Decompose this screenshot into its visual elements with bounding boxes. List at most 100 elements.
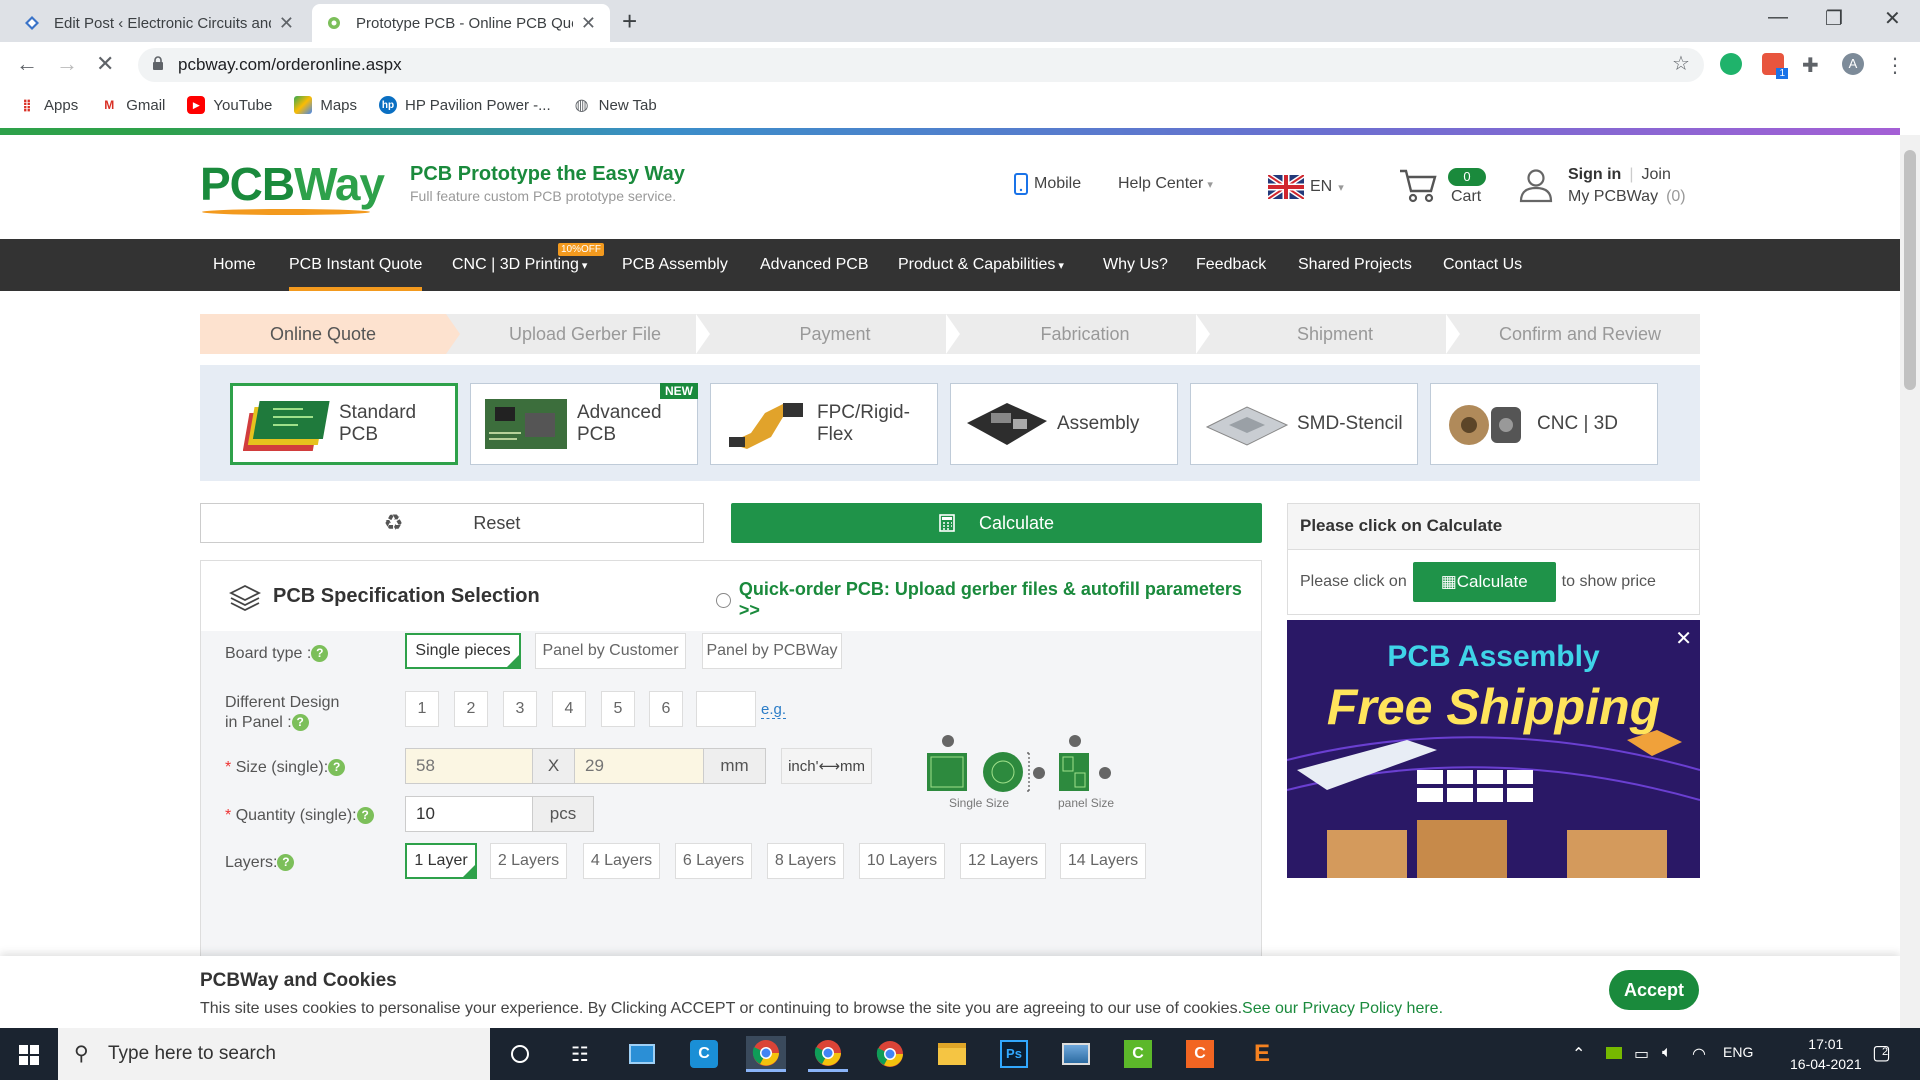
- cart-link[interactable]: Cart: [1451, 188, 1481, 206]
- bookmark-hp[interactable]: hp HP Pavilion Power -...: [379, 96, 551, 114]
- browser-tab-pcbway[interactable]: Prototype PCB - Online PCB Quo ✕: [312, 4, 610, 42]
- bookmark-gmail[interactable]: M Gmail: [100, 96, 165, 114]
- design-count-input[interactable]: [696, 691, 756, 727]
- new-tab-button[interactable]: +: [622, 6, 637, 37]
- design-count-3[interactable]: 3: [503, 691, 537, 727]
- help-icon[interactable]: ?: [356, 807, 374, 825]
- bookmark-youtube[interactable]: ▶ YouTube: [187, 96, 272, 114]
- close-tab-icon[interactable]: ✕: [581, 13, 596, 34]
- photos-icon[interactable]: [1056, 1036, 1096, 1072]
- close-window-icon[interactable]: ✕: [1884, 6, 1901, 31]
- layers-1[interactable]: 1 Layer: [405, 843, 477, 879]
- minimize-window-icon[interactable]: —: [1768, 6, 1788, 29]
- nav-pcb-assembly[interactable]: PCB Assembly: [622, 239, 728, 291]
- product-cnc-3d[interactable]: CNC | 3D: [1430, 383, 1658, 465]
- nav-contact-us[interactable]: Contact Us: [1443, 239, 1522, 291]
- board-type-panel-customer[interactable]: Panel by Customer: [535, 633, 686, 669]
- unit-convert-button[interactable]: inch'⟷mm: [781, 748, 872, 784]
- clock[interactable]: 17:01 16-04-2021: [1790, 1034, 1862, 1074]
- wifi-icon[interactable]: ◠: [1692, 1044, 1706, 1064]
- product-assembly[interactable]: Assembly: [950, 383, 1178, 465]
- forward-arrow-icon[interactable]: →: [56, 51, 78, 77]
- taskbar-search-input[interactable]: ⚲ Type here to search: [58, 1028, 490, 1080]
- nav-product-capabilities[interactable]: Product & Capabilities ▾: [898, 239, 1064, 291]
- reset-button[interactable]: ♻ Reset: [200, 503, 704, 543]
- back-arrow-icon[interactable]: ←: [16, 51, 38, 77]
- size-height-input[interactable]: [574, 748, 704, 784]
- file-explorer-icon[interactable]: [932, 1036, 972, 1072]
- language-selector[interactable]: EN ▾: [1268, 175, 1344, 199]
- product-standard-pcb[interactable]: Standard PCB: [230, 383, 458, 465]
- notifications-icon[interactable]: ▢ 2: [1872, 1040, 1891, 1065]
- help-icon[interactable]: ?: [328, 759, 346, 777]
- design-count-5[interactable]: 5: [601, 691, 635, 727]
- product-fpc-rigid-flex[interactable]: FPC/Rigid-Flex: [710, 383, 938, 465]
- accept-cookies-button[interactable]: Accept: [1609, 970, 1699, 1010]
- nav-shared-projects[interactable]: Shared Projects: [1298, 239, 1412, 291]
- extension-icon[interactable]: 1: [1762, 53, 1788, 79]
- join-link[interactable]: Join: [1641, 166, 1670, 184]
- pcbway-logo[interactable]: PCBWay: [200, 157, 385, 215]
- shopping-cart-icon[interactable]: [1398, 167, 1438, 203]
- browser-tab-edit-post[interactable]: Edit Post ‹ Electronic Circuits and ✕: [10, 4, 308, 42]
- chrome-profile-icon[interactable]: [808, 1036, 848, 1072]
- grammarly-extension-icon[interactable]: [1720, 53, 1742, 75]
- layers-4[interactable]: 4 Layers: [583, 843, 660, 879]
- camtasia-icon[interactable]: C: [1118, 1036, 1158, 1072]
- user-account-icon[interactable]: [1518, 167, 1554, 203]
- my-pcbway-link[interactable]: My PCBWay (0): [1568, 188, 1686, 206]
- layers-14[interactable]: 14 Layers: [1060, 843, 1146, 879]
- bookmark-apps[interactable]: ⣿ Apps: [18, 96, 78, 114]
- stop-loading-icon[interactable]: ✕: [96, 51, 114, 77]
- quick-order-option[interactable]: Quick-order PCB: Upload gerber files & a…: [716, 579, 1261, 621]
- help-icon[interactable]: ?: [277, 854, 295, 872]
- nav-pcb-instant-quote[interactable]: PCB Instant Quote: [289, 239, 423, 291]
- battery-icon[interactable]: ▭: [1634, 1044, 1649, 1064]
- profile-avatar[interactable]: A: [1842, 53, 1864, 75]
- layers-10[interactable]: 10 Layers: [859, 843, 945, 879]
- bookmark-maps[interactable]: Maps: [294, 96, 357, 114]
- input-language[interactable]: ENG: [1723, 1044, 1753, 1060]
- restore-window-icon[interactable]: ❐: [1825, 6, 1843, 31]
- layers-12[interactable]: 12 Layers: [960, 843, 1046, 879]
- quantity-input[interactable]: 10: [405, 796, 533, 832]
- windows-start-icon[interactable]: [19, 1045, 39, 1065]
- nav-why-us[interactable]: Why Us?: [1103, 239, 1168, 291]
- chrome-icon-2[interactable]: [870, 1036, 910, 1072]
- design-count-4[interactable]: 4: [552, 691, 586, 727]
- easyeda-icon[interactable]: E: [1242, 1036, 1282, 1072]
- quick-order-radio[interactable]: [716, 592, 731, 608]
- help-icon[interactable]: ?: [311, 645, 329, 663]
- product-smd-stencil[interactable]: SMD-Stencil: [1190, 383, 1418, 465]
- example-link[interactable]: e.g.: [761, 701, 787, 719]
- layers-6[interactable]: 6 Layers: [675, 843, 752, 879]
- board-type-single[interactable]: Single pieces: [405, 633, 521, 669]
- photoshop-icon[interactable]: Ps: [994, 1036, 1034, 1072]
- nav-feedback[interactable]: Feedback: [1196, 239, 1266, 291]
- url-input[interactable]: pcbway.com/orderonline.aspx: [138, 48, 1704, 82]
- product-advanced-pcb[interactable]: Advanced PCB NEW: [470, 383, 698, 465]
- help-center-menu[interactable]: Help Center ▾: [1118, 175, 1213, 193]
- privacy-policy-link[interactable]: See our Privacy Policy here.: [1242, 1000, 1443, 1017]
- nav-home[interactable]: Home: [213, 239, 256, 291]
- help-icon[interactable]: ?: [291, 714, 309, 732]
- tray-expand-icon[interactable]: ⌃: [1572, 1044, 1585, 1064]
- bookmark-new-tab[interactable]: ◍ New Tab: [573, 96, 657, 115]
- volume-icon[interactable]: 🔈︎: [1662, 1044, 1672, 1062]
- layers-8[interactable]: 8 Layers: [767, 843, 844, 879]
- nvidia-icon[interactable]: [1606, 1044, 1622, 1059]
- chrome-icon[interactable]: [746, 1036, 786, 1072]
- design-count-6[interactable]: 6: [649, 691, 683, 727]
- close-tab-icon[interactable]: ✕: [279, 13, 294, 34]
- calculate-button[interactable]: Calculate: [731, 503, 1262, 543]
- design-count-1[interactable]: 1: [405, 691, 439, 727]
- puzzle-extensions-icon[interactable]: ✚: [1802, 53, 1824, 77]
- cortana-icon[interactable]: [500, 1036, 540, 1072]
- bookmark-star-icon[interactable]: ☆: [1672, 51, 1690, 76]
- close-icon[interactable]: ✕: [1675, 626, 1692, 651]
- board-type-panel-pcbway[interactable]: Panel by PCBWay: [702, 633, 842, 669]
- mobile-link[interactable]: Mobile: [1014, 173, 1081, 195]
- ccleaner-icon[interactable]: C: [684, 1036, 724, 1072]
- design-count-2[interactable]: 2: [454, 691, 488, 727]
- camtasia-recorder-icon[interactable]: C: [1180, 1036, 1220, 1072]
